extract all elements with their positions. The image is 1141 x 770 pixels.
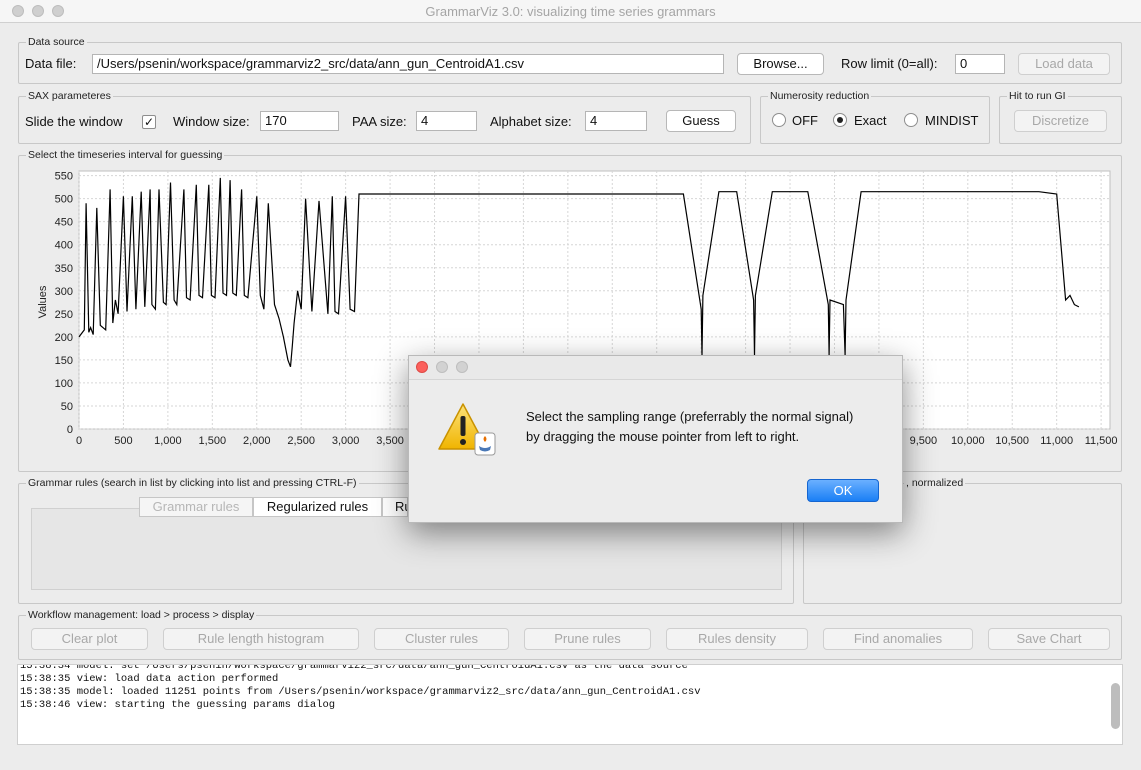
numerosity-mindist-radio[interactable] bbox=[904, 113, 918, 127]
x-tick-label: 11,000 bbox=[1040, 435, 1073, 447]
x-tick-label: 11,500 bbox=[1085, 435, 1118, 447]
rules-density-button[interactable]: Rules density bbox=[666, 628, 808, 650]
x-tick-label: 9,500 bbox=[910, 435, 938, 447]
data-file-label: Data file: bbox=[25, 56, 77, 71]
paa-size-label: PAA size: bbox=[352, 114, 407, 129]
log-line: 15:38:35 view: load data action performe… bbox=[20, 673, 279, 685]
dialog-close-button[interactable] bbox=[416, 361, 428, 373]
y-tick-label: 300 bbox=[55, 286, 73, 298]
rule-length-histogram-button[interactable]: Rule length histogram bbox=[163, 628, 359, 650]
browse-button[interactable]: Browse... bbox=[737, 53, 824, 75]
row-limit-label: Row limit (0=all): bbox=[841, 56, 938, 71]
slide-window-checkbox[interactable]: ✓ bbox=[142, 115, 156, 129]
rule-plot-title: , normalized bbox=[904, 476, 966, 490]
numerosity-reduction-title: Numerosity reduction bbox=[768, 89, 872, 103]
save-chart-button[interactable]: Save Chart bbox=[988, 628, 1110, 650]
numerosity-off-radio[interactable] bbox=[772, 113, 786, 127]
window-titlebar: GrammarViz 3.0: visualizing time series … bbox=[0, 0, 1141, 23]
numerosity-off-label: OFF bbox=[792, 113, 818, 128]
x-tick-label: 10,500 bbox=[995, 435, 1029, 447]
numerosity-mindist-label: MINDIST bbox=[925, 113, 979, 128]
log-line: 15:38:46 view: starting the guessing par… bbox=[20, 699, 336, 711]
radio-selected-dot bbox=[837, 117, 843, 123]
dialog-zoom-button[interactable] bbox=[456, 361, 468, 373]
x-tick-label: 2,500 bbox=[287, 435, 315, 447]
alphabet-size-label: Alphabet size: bbox=[490, 114, 572, 129]
y-tick-label: 100 bbox=[55, 378, 73, 390]
y-tick-label: 350 bbox=[55, 263, 73, 275]
x-tick-label: 1,500 bbox=[199, 435, 227, 447]
tab-regularized-rules[interactable]: Regularized rules bbox=[253, 497, 382, 517]
y-tick-label: 550 bbox=[55, 171, 73, 183]
x-tick-label: 0 bbox=[76, 435, 82, 447]
load-data-button[interactable]: Load data bbox=[1018, 53, 1110, 75]
log-console[interactable]: 15:38:34 model: set /Users/psenin/worksp… bbox=[17, 664, 1123, 745]
data-source-title: Data source bbox=[26, 35, 87, 49]
x-tick-label: 1,000 bbox=[154, 435, 182, 447]
clear-plot-button[interactable]: Clear plot bbox=[31, 628, 148, 650]
grammar-rules-title: Grammar rules (search in list by clickin… bbox=[26, 476, 359, 490]
numerosity-exact-radio[interactable] bbox=[833, 113, 847, 127]
log-line: 15:38:35 model: loaded 11251 points from… bbox=[20, 686, 701, 698]
log-line: 15:38:34 model: set /Users/psenin/worksp… bbox=[20, 664, 688, 672]
chart-panel-title: Select the timeseries interval for guess… bbox=[26, 148, 225, 162]
tab-grammar-rules[interactable]: Grammar rules bbox=[139, 497, 253, 517]
slide-window-label: Slide the window bbox=[25, 114, 123, 129]
y-tick-label: 150 bbox=[55, 355, 73, 367]
y-tick-label: 250 bbox=[55, 309, 73, 321]
cluster-rules-button[interactable]: Cluster rules bbox=[374, 628, 509, 650]
y-axis-ticks: 0 50 100 150 200 250 300 350 400 450 500 550 bbox=[55, 171, 73, 436]
y-tick-label: 200 bbox=[55, 332, 73, 344]
row-limit-input[interactable]: 0 bbox=[955, 54, 1005, 74]
y-axis-label: Values bbox=[37, 285, 49, 318]
x-tick-label: 2,000 bbox=[243, 435, 271, 447]
paa-size-input[interactable]: 4 bbox=[416, 111, 477, 131]
dialog-message-line2: by dragging the mouse pointer from left … bbox=[526, 429, 800, 444]
y-tick-label: 400 bbox=[55, 240, 73, 252]
run-gi-title: Hit to run GI bbox=[1007, 89, 1068, 103]
tab-rules-more[interactable]: Ru bbox=[382, 497, 408, 517]
sax-parameters-title: SAX parameteres bbox=[26, 89, 113, 103]
guess-button[interactable]: Guess bbox=[666, 110, 736, 132]
x-tick-label: 10,000 bbox=[951, 435, 985, 447]
numerosity-exact-label: Exact bbox=[854, 113, 887, 128]
y-tick-label: 450 bbox=[55, 217, 73, 229]
y-tick-label: 500 bbox=[55, 194, 73, 206]
dialog-titlebar bbox=[409, 356, 902, 380]
discretize-button[interactable]: Discretize bbox=[1014, 110, 1107, 132]
window-title: GrammarViz 3.0: visualizing time series … bbox=[425, 4, 716, 19]
x-tick-label: 500 bbox=[114, 435, 132, 447]
alphabet-size-input[interactable]: 4 bbox=[585, 111, 647, 131]
ok-button[interactable]: OK bbox=[807, 479, 879, 502]
window-size-input[interactable]: 170 bbox=[260, 111, 339, 131]
data-file-input[interactable]: /Users/psenin/workspace/grammarviz2_src/… bbox=[92, 54, 724, 74]
y-tick-label: 0 bbox=[67, 424, 73, 436]
x-tick-label: 3,000 bbox=[332, 435, 360, 447]
dialog-minimize-button[interactable] bbox=[436, 361, 448, 373]
workflow-title: Workflow management: load > process > di… bbox=[26, 608, 257, 622]
checkmark-icon: ✓ bbox=[143, 115, 155, 129]
dialog-message-line1: Select the sampling range (preferrably t… bbox=[526, 409, 854, 424]
find-anomalies-button[interactable]: Find anomalies bbox=[823, 628, 973, 650]
log-scrollbar[interactable] bbox=[1111, 683, 1120, 729]
warning-icon bbox=[438, 403, 496, 456]
x-tick-label: 3,500 bbox=[376, 435, 404, 447]
prune-rules-button[interactable]: Prune rules bbox=[524, 628, 651, 650]
guess-params-dialog: Select the sampling range (preferrably t… bbox=[408, 355, 903, 523]
window-size-label: Window size: bbox=[173, 114, 250, 129]
y-tick-label: 50 bbox=[61, 401, 73, 413]
